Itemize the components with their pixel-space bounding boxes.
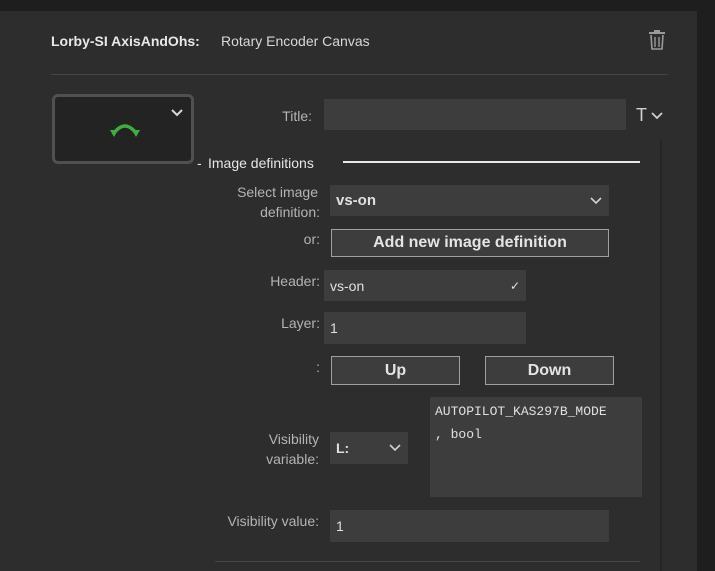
section-bottom-divider	[215, 561, 640, 562]
section-collapse-toggle[interactable]: -	[197, 155, 202, 171]
visibility-variable-label-line2: variable:	[266, 451, 319, 467]
chevron-down-icon	[389, 444, 401, 452]
window-top-strip	[0, 0, 715, 11]
chevron-down-icon[interactable]	[167, 103, 187, 121]
header-label: Header:	[270, 273, 320, 289]
header-divider	[51, 74, 668, 75]
delete-action-button[interactable]	[647, 29, 667, 51]
order-label: :	[316, 359, 320, 375]
or-label: or:	[303, 231, 320, 247]
header-input[interactable]: vs-on ✓	[324, 270, 526, 301]
visibility-value-label: Visibility value:	[227, 513, 319, 529]
layer-label: Layer:	[281, 315, 320, 331]
layer-input[interactable]: 1	[324, 312, 526, 344]
title-format-button[interactable]: T	[636, 104, 670, 126]
variable-type-value: L:	[336, 440, 350, 456]
visibility-variable-label-line1: Visibility	[268, 431, 319, 447]
scrollbar-track[interactable]	[697, 0, 715, 571]
select-image-label-line1: Select image	[237, 184, 318, 200]
title-label: Title:	[282, 108, 312, 124]
rotary-encoder-icon	[110, 124, 140, 137]
check-icon: ✓	[509, 278, 520, 293]
variable-name-textarea[interactable]: AUTOPILOT_KAS297B_MODE , bool	[430, 397, 642, 497]
visibility-value-input[interactable]: 1	[330, 510, 609, 542]
variable-type-select[interactable]: L:	[330, 432, 408, 464]
chevron-down-icon	[590, 196, 602, 204]
add-image-definition-button[interactable]: Add new image definition	[331, 229, 609, 257]
section-title-underline	[343, 161, 640, 163]
move-up-button[interactable]: Up	[331, 356, 460, 385]
header-input-value: vs-on	[330, 277, 365, 294]
action-name: Rotary Encoder Canvas	[221, 33, 370, 49]
section-title: Image definitions	[208, 155, 314, 171]
text-type-icon: T	[636, 104, 647, 125]
plugin-name: Lorby-SI AxisAndOhs:	[51, 33, 200, 49]
select-image-label-line2: definition:	[260, 204, 320, 220]
chevron-down-icon	[651, 112, 663, 120]
section-border	[660, 140, 662, 571]
title-input[interactable]	[324, 99, 626, 130]
trash-icon	[649, 30, 665, 50]
key-preview[interactable]	[52, 94, 194, 164]
image-definition-select-value: vs-on	[336, 192, 377, 209]
image-definition-select[interactable]: vs-on	[330, 185, 609, 216]
move-down-button[interactable]: Down	[485, 356, 614, 385]
